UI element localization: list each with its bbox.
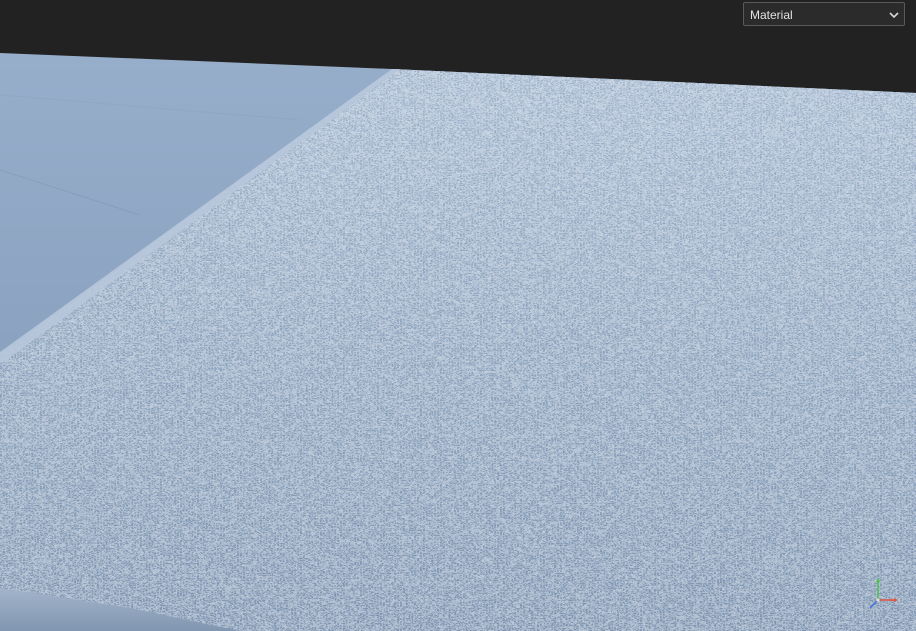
z-axis-line	[869, 599, 879, 609]
display-mode-dropdown[interactable]: Material	[743, 2, 905, 26]
gizmo-origin	[876, 598, 880, 602]
scene-render	[0, 0, 916, 631]
3d-viewport[interactable]: Material	[0, 0, 916, 631]
display-mode-value: Material	[750, 8, 793, 22]
chevron-down-icon	[889, 12, 899, 19]
axis-gizmo-icon[interactable]	[868, 576, 902, 610]
x-axis-arrow	[894, 598, 898, 602]
y-axis-arrow	[876, 578, 880, 582]
